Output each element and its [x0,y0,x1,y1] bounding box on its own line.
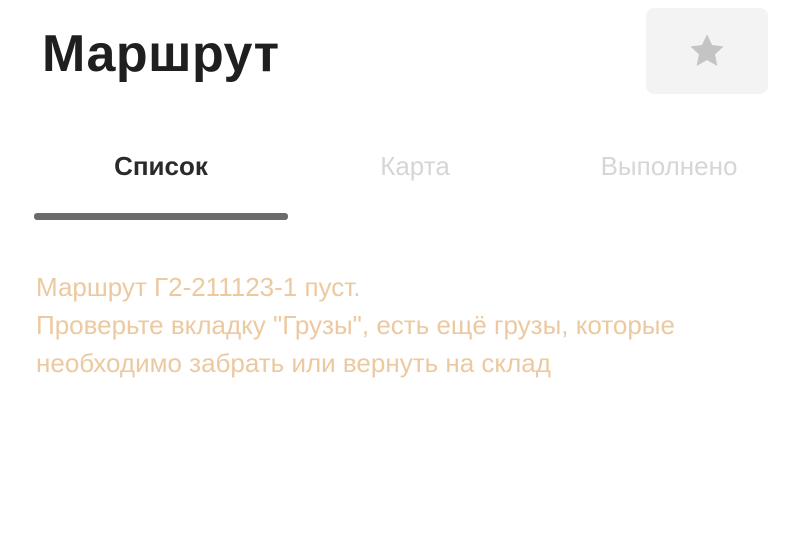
notice-line-hint: Проверьте вкладку "Грузы", есть ещё груз… [36,310,675,378]
favorite-button[interactable] [646,8,768,94]
header: Маршрут [0,0,812,120]
tab-bar: Список Карта Выполнено [0,130,812,226]
tab-map[interactable]: Карта [288,146,542,186]
page-title: Маршрут [42,25,280,83]
tab-list[interactable]: Список [34,146,288,186]
active-tab-indicator [34,213,288,220]
star-icon [690,34,724,66]
tab-completed[interactable]: Выполнено [542,146,796,186]
notice-line-empty: Маршрут Г2-211123-1 пуст. [36,272,361,302]
empty-route-notice: Маршрут Г2-211123-1 пуст. Проверьте вкла… [36,268,766,382]
